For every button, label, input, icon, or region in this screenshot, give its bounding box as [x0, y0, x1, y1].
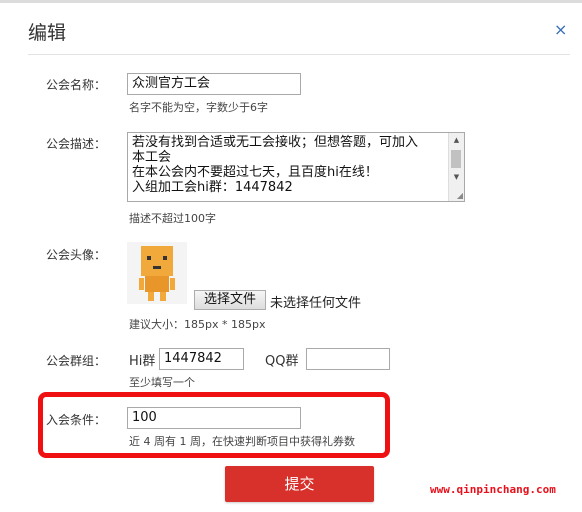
groups-hint: 至少填写一个 — [129, 376, 195, 389]
avatar-hint: 建议大小：185px * 185px — [129, 318, 266, 331]
description-label: 公会描述： — [46, 137, 107, 151]
scroll-up-icon[interactable]: ▲ — [449, 134, 464, 146]
scroll-thumb[interactable] — [451, 150, 461, 168]
watermark: www.qinpinchang.com — [430, 483, 556, 496]
close-icon[interactable]: × — [554, 22, 567, 38]
description-text: 若没有找到合适或无工会接收；但想答题，可加入 本工会 在本公会内不要超过七天，且… — [132, 135, 447, 195]
groups-label: 公会群组： — [46, 354, 107, 368]
top-border — [0, 0, 582, 3]
qq-group-label: QQ群 — [265, 354, 299, 369]
dialog-title: 编辑 — [28, 22, 67, 44]
name-input[interactable]: 众测官方工会 — [127, 73, 301, 95]
description-line: 本工会 — [132, 150, 172, 165]
name-label: 公会名称： — [46, 78, 107, 92]
highlight-box — [38, 392, 390, 458]
description-line: 在本公会内不要超过七天，且百度hi在线！ — [132, 165, 378, 180]
hi-group-input[interactable]: 1447842 — [159, 348, 244, 370]
description-line: 入组加工会hi群：1447842 — [132, 180, 293, 195]
description-hint: 描述不超过100字 — [129, 212, 216, 225]
name-hint: 名字不能为空，字数少于6字 — [129, 101, 268, 114]
submit-button[interactable]: 提交 — [225, 466, 374, 502]
resize-grip-icon[interactable]: ◢ — [457, 192, 463, 200]
robot-avatar-icon — [127, 242, 187, 304]
hi-group-label: Hi群 — [129, 354, 156, 369]
file-status: 未选择任何文件 — [270, 296, 362, 311]
qq-group-input[interactable] — [306, 348, 390, 370]
description-textarea[interactable]: 若没有找到合适或无工会接收；但想答题，可加入 本工会 在本公会内不要超过七天，且… — [127, 132, 465, 202]
header-divider — [28, 54, 570, 55]
avatar-label: 公会头像： — [46, 248, 107, 262]
choose-file-button[interactable]: 选择文件 — [194, 290, 266, 310]
description-line: 若没有找到合适或无工会接收；但想答题，可加入 — [132, 135, 419, 150]
scroll-down-icon[interactable]: ▼ — [449, 171, 464, 183]
